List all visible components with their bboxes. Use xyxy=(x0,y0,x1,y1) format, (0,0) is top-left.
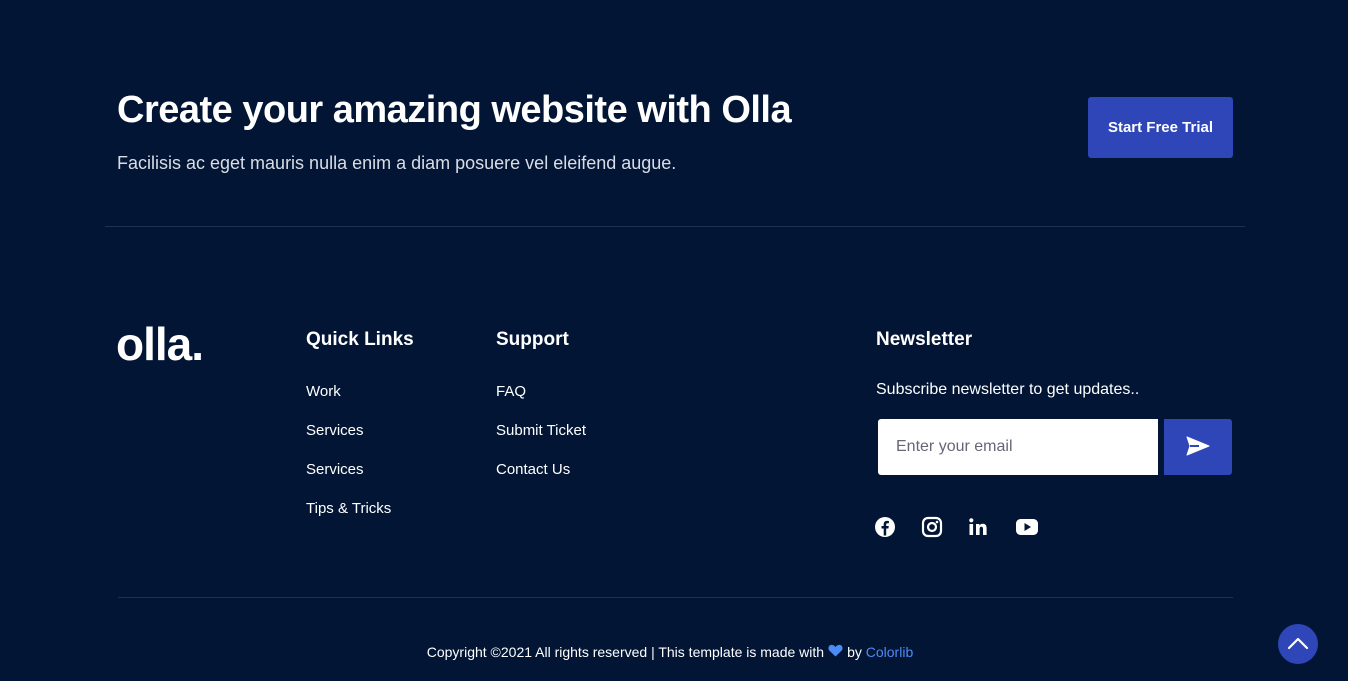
support-title: Support xyxy=(496,329,569,350)
list-item[interactable]: Services xyxy=(306,422,364,439)
cta-subtitle: Facilisis ac eget mauris nulla enim a di… xyxy=(117,153,677,173)
olla-logo[interactable]: olla. xyxy=(116,321,204,367)
support-column: Support FAQ Submit Ticket Contact Us xyxy=(496,329,586,478)
newsletter-form xyxy=(876,419,1232,475)
list-item[interactable]: Tips & Tricks xyxy=(306,500,391,517)
footer: olla. Quick Links Work Services Services… xyxy=(48,271,1307,610)
youtube-icon xyxy=(1015,518,1039,541)
youtube-link[interactable] xyxy=(1013,515,1041,543)
copyright: Copyright ©2021 All rights reserved | Th… xyxy=(380,630,960,674)
linkedin-icon xyxy=(967,516,989,543)
quick-link-tips-tricks[interactable]: Tips & Tricks xyxy=(306,500,391,517)
quick-link-work[interactable]: Work xyxy=(306,383,341,400)
cta-title: Create your amazing website with Olla xyxy=(117,89,792,131)
quick-links-column: Quick Links Work Services Services Tips … xyxy=(306,329,414,517)
linkedin-link[interactable] xyxy=(964,515,992,543)
newsletter-column: Newsletter Subscribe newsletter to get u… xyxy=(875,329,1232,537)
copyright-by: by xyxy=(847,644,862,660)
subscribe-button[interactable] xyxy=(1164,419,1232,475)
list-item[interactable]: Work xyxy=(306,383,341,400)
start-free-trial-button[interactable]: Start Free Trial xyxy=(1088,97,1233,158)
instagram-icon xyxy=(921,516,943,543)
facebook-link[interactable] xyxy=(871,515,899,543)
facebook-icon xyxy=(874,516,896,543)
list-item[interactable]: Services xyxy=(306,461,364,478)
email-input[interactable] xyxy=(878,419,1158,475)
newsletter-title: Newsletter xyxy=(876,329,973,350)
copyright-text: Copyright ©2021 All rights reserved | Th… xyxy=(426,644,825,660)
instagram-link[interactable] xyxy=(918,515,946,543)
list-item[interactable]: Submit Ticket xyxy=(496,422,586,439)
support-link-contact-us[interactable]: Contact Us xyxy=(496,461,570,478)
list-item[interactable]: Contact Us xyxy=(496,461,570,478)
back-to-top-button[interactable] xyxy=(1278,624,1318,664)
cta-section: Create your amazing website with Olla Fa… xyxy=(60,65,1293,242)
quick-link-services-2[interactable]: Services xyxy=(306,461,364,478)
quick-link-services[interactable]: Services xyxy=(306,422,364,439)
newsletter-text: Subscribe newsletter to get updates.. xyxy=(876,381,1140,398)
support-link-submit-ticket[interactable]: Submit Ticket xyxy=(496,422,586,439)
support-link-faq[interactable]: FAQ xyxy=(496,383,526,400)
list-item[interactable]: FAQ xyxy=(496,383,526,400)
cta-divider xyxy=(105,226,1245,227)
footer-divider xyxy=(118,597,1233,598)
chevron-up-icon xyxy=(1287,636,1309,653)
quick-links-title: Quick Links xyxy=(306,329,414,350)
heart-icon xyxy=(828,644,843,660)
colorlib-link[interactable]: Colorlib xyxy=(866,644,913,660)
send-icon xyxy=(1186,436,1210,459)
